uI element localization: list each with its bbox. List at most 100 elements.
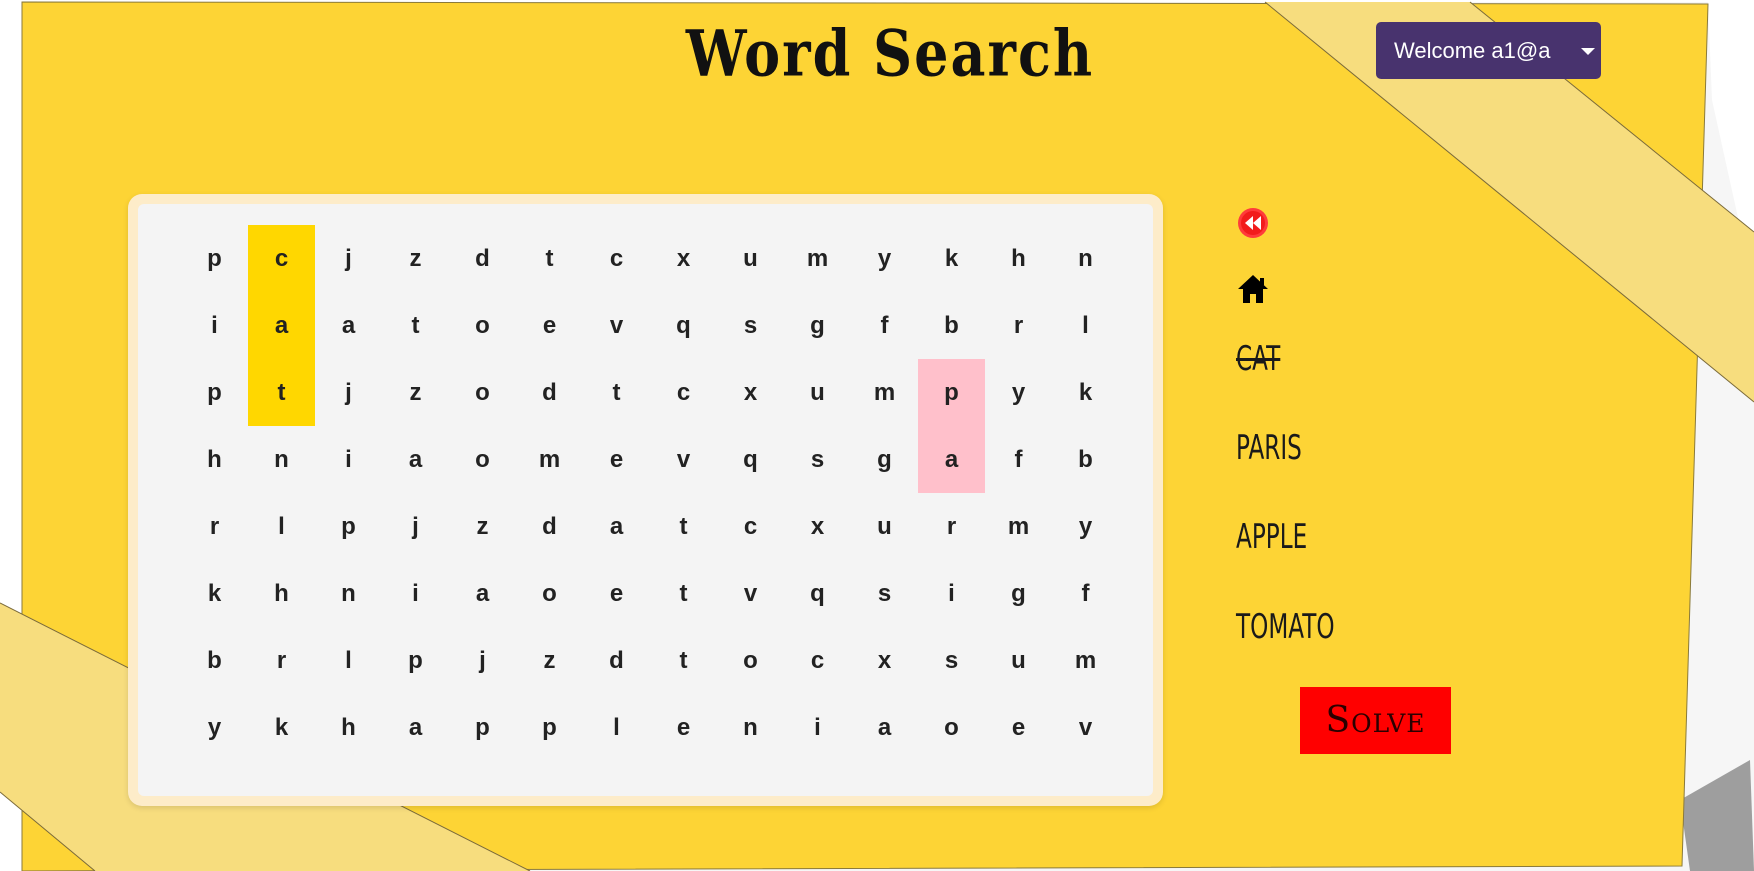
grid-cell[interactable]: l	[248, 493, 315, 560]
grid-cell[interactable]: a	[315, 292, 382, 359]
grid-cell[interactable]: s	[851, 560, 918, 627]
grid-cell[interactable]: u	[851, 493, 918, 560]
grid-cell[interactable]: s	[918, 627, 985, 694]
grid-cell[interactable]: i	[181, 292, 248, 359]
grid-cell[interactable]: t	[382, 292, 449, 359]
grid-cell[interactable]: r	[248, 627, 315, 694]
grid-cell[interactable]: u	[784, 359, 851, 426]
grid-cell[interactable]: z	[382, 225, 449, 292]
grid-cell[interactable]: i	[918, 560, 985, 627]
grid-cell[interactable]: x	[717, 359, 784, 426]
grid-cell[interactable]: m	[851, 359, 918, 426]
grid-cell[interactable]: n	[717, 694, 784, 761]
grid-cell[interactable]: z	[516, 627, 583, 694]
grid-cell[interactable]: a	[382, 426, 449, 493]
grid-cell[interactable]: k	[181, 560, 248, 627]
grid-cell[interactable]: n	[248, 426, 315, 493]
grid-cell[interactable]: k	[918, 225, 985, 292]
grid-cell[interactable]: m	[985, 493, 1052, 560]
grid-cell[interactable]: u	[717, 225, 784, 292]
grid-cell[interactable]: h	[181, 426, 248, 493]
grid-cell[interactable]: t	[516, 225, 583, 292]
grid-cell[interactable]: k	[248, 694, 315, 761]
grid-cell[interactable]: x	[650, 225, 717, 292]
grid-cell[interactable]: o	[516, 560, 583, 627]
grid-cell[interactable]: p	[181, 359, 248, 426]
grid-cell[interactable]: d	[516, 359, 583, 426]
grid-cell[interactable]: e	[583, 426, 650, 493]
grid-cell[interactable]: s	[784, 426, 851, 493]
grid-cell[interactable]: a	[851, 694, 918, 761]
grid-cell[interactable]: a	[449, 560, 516, 627]
grid-cell[interactable]: s	[717, 292, 784, 359]
grid-cell[interactable]: b	[918, 292, 985, 359]
grid-cell[interactable]: t	[583, 359, 650, 426]
grid-cell[interactable]: r	[985, 292, 1052, 359]
grid-cell[interactable]: e	[650, 694, 717, 761]
grid-cell[interactable]: o	[717, 627, 784, 694]
grid-cell[interactable]: f	[851, 292, 918, 359]
grid-cell[interactable]: i	[382, 560, 449, 627]
grid-cell[interactable]: h	[248, 560, 315, 627]
grid-cell[interactable]: d	[516, 493, 583, 560]
user-menu-button[interactable]: Welcome a1@a	[1376, 22, 1601, 79]
grid-cell[interactable]: e	[985, 694, 1052, 761]
grid-cell[interactable]: q	[784, 560, 851, 627]
grid-cell[interactable]: m	[1052, 627, 1119, 694]
grid-cell[interactable]: p	[918, 359, 985, 426]
home-button[interactable]	[1236, 272, 1270, 306]
grid-cell[interactable]: p	[449, 694, 516, 761]
grid-cell[interactable]: d	[449, 225, 516, 292]
grid-cell[interactable]: v	[583, 292, 650, 359]
grid-cell[interactable]: a	[918, 426, 985, 493]
grid-cell[interactable]: n	[1052, 225, 1119, 292]
grid-cell[interactable]: k	[1052, 359, 1119, 426]
grid-cell[interactable]: f	[985, 426, 1052, 493]
grid-cell[interactable]: q	[717, 426, 784, 493]
grid-cell[interactable]: c	[248, 225, 315, 292]
grid-cell[interactable]: c	[717, 493, 784, 560]
grid-cell[interactable]: b	[181, 627, 248, 694]
grid-cell[interactable]: j	[315, 225, 382, 292]
grid-cell[interactable]: y	[1052, 493, 1119, 560]
grid-cell[interactable]: o	[918, 694, 985, 761]
grid-cell[interactable]: m	[516, 426, 583, 493]
grid-cell[interactable]: f	[1052, 560, 1119, 627]
grid-cell[interactable]: v	[717, 560, 784, 627]
grid-cell[interactable]: h	[985, 225, 1052, 292]
grid-cell[interactable]: z	[449, 493, 516, 560]
grid-cell[interactable]: c	[650, 359, 717, 426]
grid-cell[interactable]: i	[315, 426, 382, 493]
grid-cell[interactable]: q	[650, 292, 717, 359]
grid-cell[interactable]: v	[1052, 694, 1119, 761]
grid-cell[interactable]: h	[315, 694, 382, 761]
grid-cell[interactable]: u	[985, 627, 1052, 694]
grid-cell[interactable]: l	[1052, 292, 1119, 359]
grid-cell[interactable]: a	[382, 694, 449, 761]
grid-cell[interactable]: j	[449, 627, 516, 694]
grid-cell[interactable]: n	[315, 560, 382, 627]
grid-cell[interactable]: y	[851, 225, 918, 292]
grid-cell[interactable]: g	[784, 292, 851, 359]
back-button[interactable]	[1236, 206, 1270, 240]
grid-cell[interactable]: p	[181, 225, 248, 292]
grid-cell[interactable]: j	[315, 359, 382, 426]
grid-cell[interactable]: d	[583, 627, 650, 694]
grid-cell[interactable]: m	[784, 225, 851, 292]
grid-cell[interactable]: a	[248, 292, 315, 359]
grid-cell[interactable]: p	[516, 694, 583, 761]
grid-cell[interactable]: c	[784, 627, 851, 694]
grid-cell[interactable]: x	[784, 493, 851, 560]
grid-cell[interactable]: b	[1052, 426, 1119, 493]
grid-cell[interactable]: o	[449, 359, 516, 426]
grid-cell[interactable]: i	[784, 694, 851, 761]
grid-cell[interactable]: t	[248, 359, 315, 426]
grid-cell[interactable]: t	[650, 493, 717, 560]
grid-cell[interactable]: l	[583, 694, 650, 761]
grid-cell[interactable]: c	[583, 225, 650, 292]
grid-cell[interactable]: y	[985, 359, 1052, 426]
grid-cell[interactable]: t	[650, 627, 717, 694]
grid-cell[interactable]: g	[985, 560, 1052, 627]
grid-cell[interactable]: r	[181, 493, 248, 560]
grid-cell[interactable]: z	[382, 359, 449, 426]
